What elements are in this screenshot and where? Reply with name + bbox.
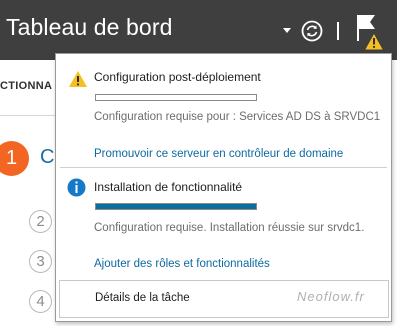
task-details-row[interactable]: Détails de la tâche Neoflow.fr	[59, 280, 389, 318]
refresh-icon[interactable]	[301, 20, 323, 42]
notification-description: Configuration requise. Installation réus…	[94, 222, 365, 234]
step-badge: 3	[29, 250, 52, 273]
step-badge: 2	[29, 210, 52, 233]
notification-title: Configuration post-déploiement	[94, 70, 261, 84]
step-1-link[interactable]: C	[40, 146, 55, 169]
promote-domain-controller-link[interactable]: Promouvoir ce serveur en contrôleur de d…	[94, 148, 343, 160]
toolbar-separator	[337, 22, 339, 40]
warning-icon	[69, 71, 87, 87]
task-details-label: Détails de la tâche	[95, 292, 190, 304]
info-icon	[67, 178, 86, 197]
step-badge: 4	[29, 290, 52, 313]
notification-separator	[60, 167, 387, 168]
dashboard-background	[0, 60, 57, 326]
section-divider	[0, 115, 57, 116]
dropdown-arrow-icon[interactable]	[283, 28, 291, 33]
progress-fill	[96, 204, 256, 209]
section-heading: CTIONNA	[0, 80, 53, 92]
page-title: Tableau de bord	[6, 14, 173, 40]
top-bar: Tableau de bord	[0, 0, 397, 60]
notifications-popup: Configuration post-déploiement Configura…	[55, 53, 392, 322]
progress-bar	[95, 94, 257, 101]
notifications-flag-icon[interactable]	[355, 11, 391, 53]
progress-bar	[95, 203, 257, 210]
notification-description: Configuration requise pour : Services AD…	[94, 111, 381, 123]
notification-title: Installation de fonctionnalité	[94, 180, 243, 194]
add-roles-features-link[interactable]: Ajouter des rôles et fonctionnalités	[94, 258, 270, 270]
watermark: Neoflow.fr	[297, 289, 365, 304]
